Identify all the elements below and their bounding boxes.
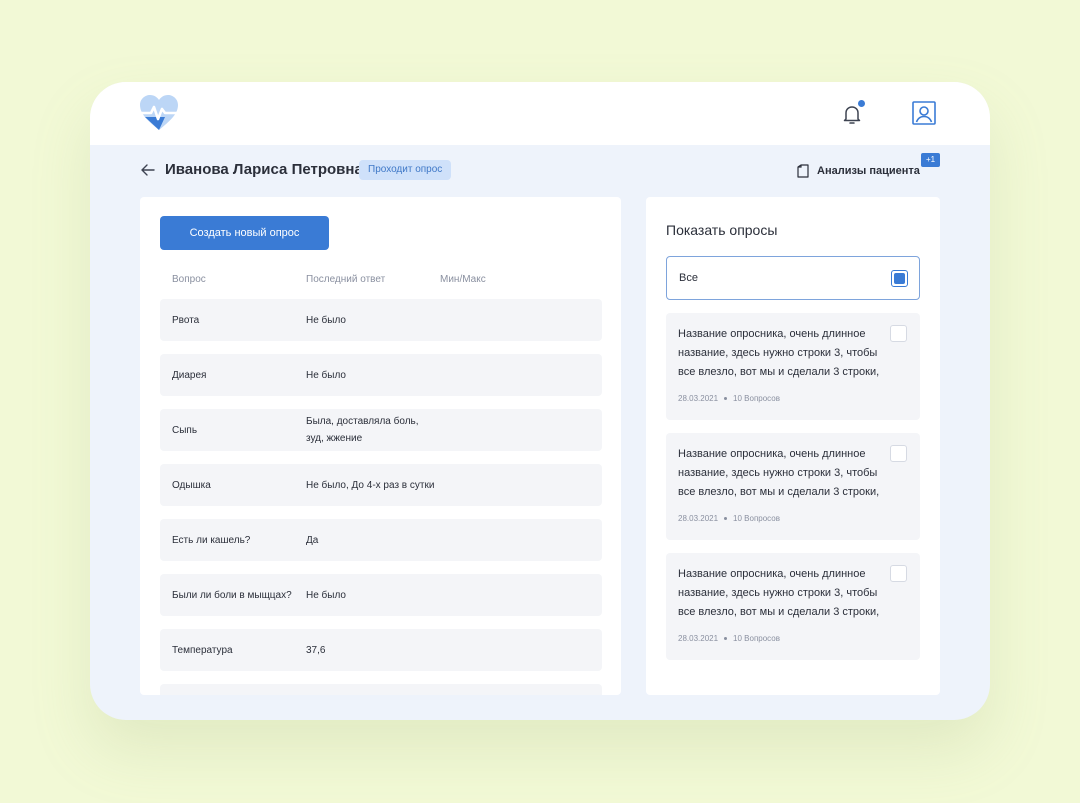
survey-question-count: 10 Вопросов — [733, 394, 780, 403]
table-row[interactable]: Одышка Не было, До 4-х раз в сутки — [160, 464, 602, 506]
table-row[interactable]: Есть ли кашель? Да — [160, 519, 602, 561]
survey-question-count: 10 Вопросов — [733, 634, 780, 643]
patient-name: Иванова Лариса Петровна — [165, 161, 363, 178]
analyses-label: Анализы пациента — [817, 165, 920, 177]
patient-analyses-link[interactable]: Анализы пациента — [797, 163, 920, 179]
survey-item[interactable]: Название опросника, очень длинное назван… — [666, 313, 920, 420]
row-answer: 37,6 — [306, 644, 326, 656]
create-survey-button[interactable]: Создать новый опрос — [160, 216, 329, 250]
row-question: Одышка — [172, 479, 211, 491]
row-answer: Не было — [306, 589, 346, 601]
meta-separator — [724, 517, 728, 520]
survey-checkbox[interactable] — [890, 325, 907, 342]
survey-name: Название опросника, очень длинное назван… — [678, 328, 880, 378]
row-answer: Да — [306, 534, 319, 546]
back-arrow-icon[interactable] — [140, 163, 156, 177]
survey-name: Название опросника, очень длинное назван… — [678, 568, 880, 618]
document-icon — [797, 164, 809, 178]
notification-dot — [858, 100, 865, 107]
filter-title: Показать опросы — [666, 222, 778, 238]
table-row[interactable]: Были ли боли в мыщцах? Не было — [160, 574, 602, 616]
meta-separator — [724, 397, 728, 400]
table-row-partial[interactable] — [160, 684, 602, 695]
row-answer: Была, доставляла боль, зуд, жжение — [306, 416, 419, 444]
status-badge: Проходит опрос — [359, 160, 452, 180]
row-question: Сыпь — [172, 424, 198, 436]
survey-checkbox[interactable] — [890, 565, 907, 582]
survey-meta: 28.03.2021 10 Вопросов — [678, 514, 780, 523]
filter-all-label: Все — [679, 272, 698, 284]
row-answer: Не было — [306, 369, 346, 381]
survey-meta: 28.03.2021 10 Вопросов — [678, 634, 780, 643]
survey-filter-panel: Показать опросы Все Название опросника, … — [646, 197, 940, 695]
meta-separator — [724, 637, 728, 640]
survey-meta: 28.03.2021 10 Вопросов — [678, 394, 780, 403]
table-row[interactable]: Диарея Не было — [160, 354, 602, 396]
row-answer: Не было — [306, 314, 346, 326]
table-row[interactable]: Рвота Не было — [160, 299, 602, 341]
filter-all-option[interactable]: Все — [666, 256, 920, 300]
survey-date: 28.03.2021 — [678, 514, 719, 523]
filter-all-checkbox[interactable] — [891, 270, 908, 287]
survey-checkbox[interactable] — [890, 445, 907, 462]
column-header-question: Вопрос — [172, 274, 206, 285]
survey-answers-panel: Создать новый опрос Вопрос Последний отв… — [140, 197, 621, 695]
survey-question-count: 10 Вопросов — [733, 514, 780, 523]
row-question: Диарея — [172, 369, 207, 381]
table-row[interactable]: Температура 37,6 — [160, 629, 602, 671]
column-header-min-max: Мин/Макс — [440, 274, 486, 285]
row-question: Рвота — [172, 314, 200, 326]
row-question: Есть ли кашель? — [172, 534, 251, 546]
app-window: Иванова Лариса Петровна Проходит опрос А… — [90, 82, 990, 720]
table-row[interactable]: Сыпь Была, доставляла боль, зуд, жжение — [160, 409, 602, 451]
survey-date: 28.03.2021 — [678, 634, 719, 643]
survey-item[interactable]: Название опросника, очень длинное назван… — [666, 433, 920, 540]
top-bar — [90, 82, 990, 145]
row-question: Были ли боли в мыщцах? — [172, 589, 292, 601]
profile-icon[interactable] — [911, 100, 937, 126]
column-header-last-answer: Последний ответ — [306, 274, 386, 285]
survey-item[interactable]: Название опросника, очень длинное назван… — [666, 553, 920, 660]
survey-name: Название опросника, очень длинное назван… — [678, 448, 880, 498]
survey-date: 28.03.2021 — [678, 394, 719, 403]
heart-pulse-logo-icon[interactable] — [138, 94, 180, 132]
row-answer: Не было, До 4-х раз в сутки — [306, 479, 435, 491]
analyses-count-badge: +1 — [921, 153, 940, 167]
row-question: Температура — [172, 644, 233, 656]
